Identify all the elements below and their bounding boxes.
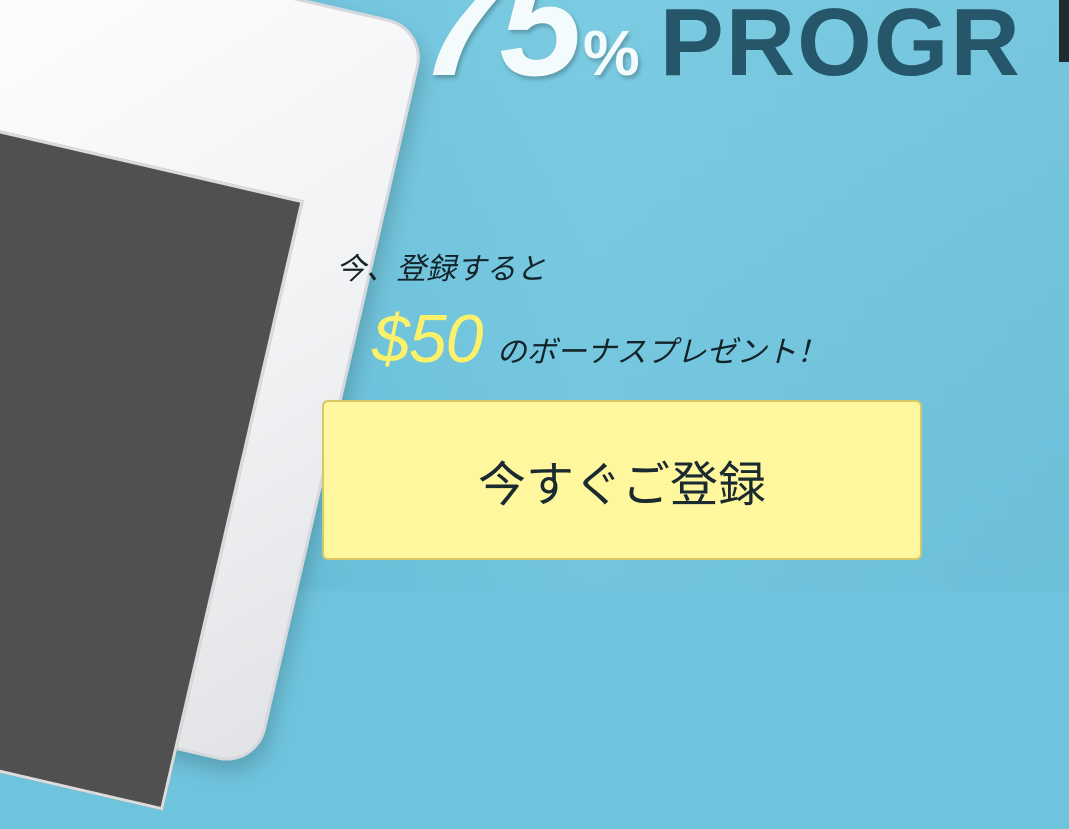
promo-line2: $50 のボーナスプレゼント！ <box>372 300 826 378</box>
register-now-button[interactable]: 今すぐご登録 <box>322 400 922 560</box>
promo-line1: 今、登録すると <box>336 252 546 287</box>
promo-bonus-text: のボーナスプレゼント！ <box>496 335 827 370</box>
tablet-screen <box>0 113 304 811</box>
headline: 75% PROGR <box>420 0 1022 98</box>
headline-percent: % <box>582 17 640 89</box>
headline-number: 75 <box>420 0 583 107</box>
promo-amount: $50 <box>372 301 483 377</box>
headline-word: PROGR <box>659 0 1022 96</box>
edge-strip <box>1059 0 1069 62</box>
